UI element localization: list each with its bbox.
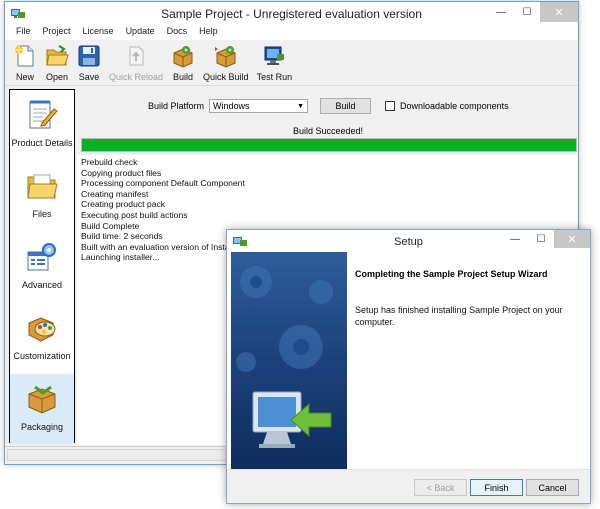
setup-titlebar[interactable]: Setup — ☐ ✕ <box>227 230 590 252</box>
sidebar-item-files-label: Files <box>32 209 52 219</box>
finish-button[interactable]: Finish <box>470 479 523 496</box>
log-line: Executing post build actions <box>81 209 188 220</box>
close-icon[interactable]: ✕ <box>540 2 578 22</box>
setup-content: Completing the Sample Project Setup Wiza… <box>347 252 587 471</box>
test-run-monitor-icon <box>264 46 285 65</box>
build-button[interactable]: Build <box>320 98 372 114</box>
toolbar: New Open Save Quick Reload Build Quick B… <box>5 40 578 86</box>
downloadable-components-label[interactable]: Downloadable components <box>400 101 509 111</box>
maximize-icon[interactable]: ☐ <box>514 2 540 22</box>
build-toolbar-button-label: Build <box>173 72 194 82</box>
menu-project[interactable]: Project <box>37 25 77 40</box>
save-button[interactable]: Save <box>73 40 105 85</box>
log-line: Creating manifest <box>81 188 149 199</box>
quick-build-icon <box>214 46 236 68</box>
new-button-label: New <box>15 72 34 82</box>
advanced-settings-icon <box>27 243 56 271</box>
main-window-controls: — ☐ ✕ <box>488 2 578 22</box>
save-button-label: Save <box>78 72 100 82</box>
sidebar-item-advanced-label: Advanced <box>21 280 63 290</box>
back-button[interactable]: < Back <box>414 479 467 496</box>
reload-document-icon <box>129 46 144 66</box>
quick-reload-button-label: Quick Reload <box>109 72 164 82</box>
build-package-icon <box>173 46 193 68</box>
setup-heading: Completing the Sample Project Setup Wiza… <box>355 269 548 279</box>
setup-body-text: Setup has finished installing Sample Pro… <box>355 305 563 327</box>
log-line: Copying product files <box>81 167 162 178</box>
package-box-icon <box>28 385 56 414</box>
build-platform-value: Windows <box>213 101 250 111</box>
menu-update[interactable]: Update <box>120 25 161 40</box>
notepad-pencil-icon <box>29 100 58 129</box>
open-button[interactable]: Open <box>41 40 73 85</box>
quick-reload-button[interactable]: Quick Reload <box>105 40 167 85</box>
downloadable-components-checkbox[interactable] <box>385 101 396 111</box>
minimize-icon[interactable]: — <box>502 230 528 248</box>
quick-build-button-label: Quick Build <box>203 72 249 82</box>
palette-box-icon <box>28 317 56 342</box>
log-line: Processing component Default Component <box>81 178 245 189</box>
setup-dialog: Setup — ☐ ✕ Completing the Sample Projec… <box>226 229 591 504</box>
build-status-text: Build Succeeded! <box>293 126 364 136</box>
build-progress-fill <box>82 139 576 151</box>
log-line: Creating product pack <box>81 199 166 210</box>
quick-build-button[interactable]: Quick Build <box>199 40 253 85</box>
setup-window-controls: — ☐ ✕ <box>502 230 590 248</box>
sidebar-item-advanced[interactable]: Advanced <box>10 232 74 302</box>
build-platform-select[interactable]: Windows ▼ <box>209 99 309 113</box>
build-platform-row: Build Platform Windows ▼ Build Downloada… <box>148 98 509 114</box>
sidebar-item-packaging[interactable]: Packaging <box>10 374 74 444</box>
new-button[interactable]: New <box>9 40 41 85</box>
sidebar-item-customization[interactable]: Customization <box>10 303 74 373</box>
sidebar-item-packaging-label: Packaging <box>20 422 64 432</box>
build-progress-bar <box>81 138 577 152</box>
open-button-label: Open <box>45 72 69 82</box>
sidebar: Product Details Files Advanced Customiza… <box>9 89 75 444</box>
setup-banner-graphic <box>236 266 333 448</box>
open-folder-icon <box>46 45 69 66</box>
sidebar-item-product-details-label: Product Details <box>11 138 73 148</box>
setup-banner-image <box>231 252 347 471</box>
test-run-button-label: Test Run <box>256 72 293 82</box>
menu-license[interactable]: License <box>77 25 120 40</box>
save-disk-icon <box>78 45 100 67</box>
setup-footer: < Back Finish Cancel <box>227 469 590 503</box>
maximize-icon[interactable]: ☐ <box>528 230 554 248</box>
sidebar-item-customization-label: Customization <box>13 351 71 361</box>
menu-docs[interactable]: Docs <box>161 25 194 40</box>
chevron-down-icon: ▼ <box>297 102 305 110</box>
minimize-icon[interactable]: — <box>488 2 514 22</box>
menu-bar: File Project License Update Docs Help <box>5 25 578 40</box>
menu-file[interactable]: File <box>10 25 37 40</box>
folder-files-icon <box>27 174 58 199</box>
sidebar-item-product-details[interactable]: Product Details <box>10 90 74 160</box>
close-icon[interactable]: ✕ <box>554 230 590 248</box>
cancel-button[interactable]: Cancel <box>526 479 579 496</box>
build-toolbar-button[interactable]: Build <box>167 40 199 85</box>
sidebar-item-files[interactable]: Files <box>10 161 74 231</box>
build-platform-label: Build Platform <box>148 101 205 111</box>
log-line: Prebuild check <box>81 157 138 167</box>
menu-help[interactable]: Help <box>193 25 224 40</box>
new-document-icon <box>14 45 34 67</box>
test-run-button[interactable]: Test Run <box>253 40 297 85</box>
main-titlebar[interactable]: Sample Project - Unregistered evaluation… <box>5 2 578 25</box>
